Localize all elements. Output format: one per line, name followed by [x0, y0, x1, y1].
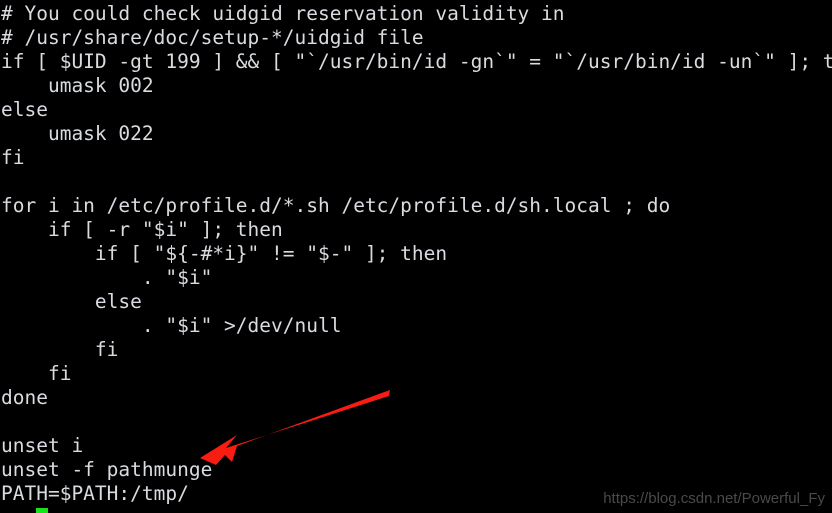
terminal-line: fi	[1, 362, 72, 385]
terminal-line: . "$i"	[1, 266, 213, 289]
terminal-line: unset -f pathmunge	[1, 458, 213, 481]
terminal-line: umask 002	[1, 74, 154, 97]
terminal-line: done	[1, 386, 48, 409]
terminal-line: if [ "${-#*i}" != "$-" ]; then	[1, 242, 448, 265]
terminal-text-area[interactable]: # You could check uidgid reservation val…	[0, 0, 832, 513]
terminal-line: if [ -r "$i" ]; then	[1, 218, 283, 241]
vi-command-line[interactable]: :wq	[0, 506, 832, 513]
terminal-line: unset i	[1, 434, 84, 457]
terminal-line: fi	[1, 146, 25, 169]
terminal-line: umask 022	[1, 122, 154, 145]
terminal-line: else	[1, 290, 142, 313]
terminal-line: fi	[1, 338, 119, 361]
terminal-line: . "$i" >/dev/null	[1, 314, 342, 337]
terminal-line: for i in /etc/profile.d/*.sh /etc/profil…	[1, 194, 671, 217]
text-cursor	[36, 508, 49, 513]
vi-command-text: :wq	[1, 506, 36, 513]
terminal-line: # You could check uidgid reservation val…	[1, 2, 565, 25]
watermark-text: https://blog.csdn.net/Powerful_Fy	[603, 490, 825, 507]
terminal-line: else	[1, 98, 48, 121]
terminal-screen: # You could check uidgid reservation val…	[0, 0, 832, 513]
terminal-line: if [ $UID -gt 199 ] && [ "`/usr/bin/id -…	[1, 50, 832, 73]
terminal-line: # /usr/share/doc/setup-*/uidgid file	[1, 26, 424, 49]
